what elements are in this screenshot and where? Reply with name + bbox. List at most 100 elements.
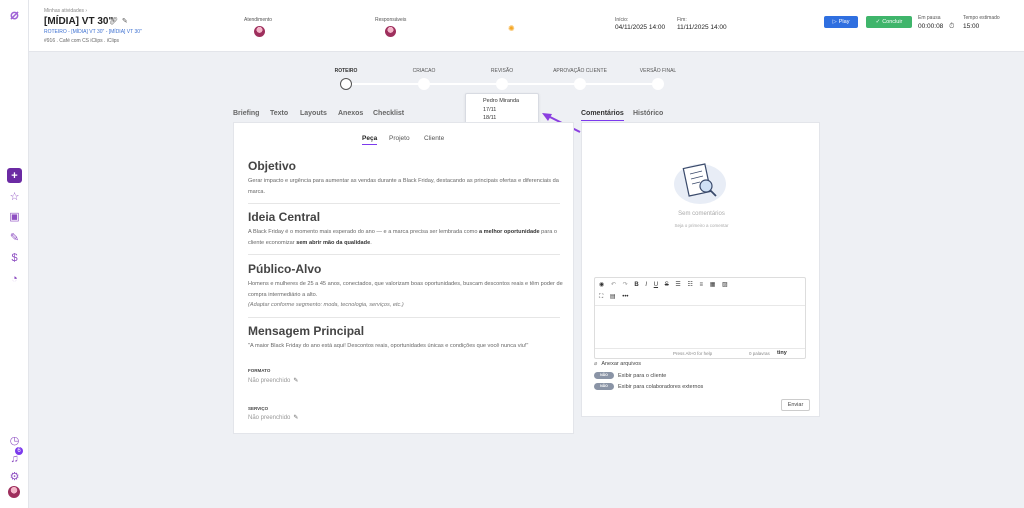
bullet-list-icon[interactable]: ☰	[675, 281, 680, 288]
attach-icon: ⌀	[594, 361, 598, 367]
task-meta: #916 . Café com CS iClips . iClips	[44, 38, 120, 44]
play-icon: ▷	[832, 19, 837, 25]
fim-value: 11/11/2025 14:00	[677, 24, 727, 31]
show-client-row: NÃO Exibir para o cliente	[594, 372, 666, 379]
atendimento-avatar[interactable]	[254, 26, 265, 37]
pencil-icon[interactable]: ✎	[293, 415, 298, 421]
redo-icon[interactable]: ↷	[623, 281, 628, 288]
dollar-icon[interactable]: $	[7, 250, 22, 265]
editor-help-hint: Press Alt+0 for help	[673, 351, 713, 356]
show-external-label: Exibir para colaboradores externos	[618, 383, 704, 390]
play-label: Play	[838, 19, 850, 25]
show-external-row: NÃO Exibir para colaboradores externos	[594, 383, 703, 390]
preview-icon[interactable]: ◉	[599, 281, 604, 288]
step-label-revisao: REVISÃO	[490, 68, 514, 74]
pencil-icon[interactable]: ✎	[293, 378, 298, 384]
tab-comentarios[interactable]: Comentários	[581, 110, 624, 121]
fullscreen-icon[interactable]: ⛶	[599, 294, 603, 301]
step-dot-roteiro[interactable]	[340, 78, 352, 90]
step-dot-revisao[interactable]	[496, 78, 508, 90]
send-button[interactable]: Enviar	[781, 399, 810, 411]
tab-historico[interactable]: Histórico	[633, 110, 663, 117]
publico-text-body: Homens e mulheres de 25 a 45 anos, conec…	[248, 281, 563, 298]
tab-texto[interactable]: Texto	[270, 110, 288, 117]
tooltip-line: 17/11	[483, 106, 497, 113]
image-icon[interactable]: ▨	[722, 281, 728, 288]
play-button[interactable]: ▷ Play	[824, 16, 858, 28]
tab-checklist[interactable]: Checklist	[373, 110, 404, 117]
tab-anexos[interactable]: Anexos	[338, 110, 363, 117]
strikethrough-icon[interactable]: S	[665, 282, 669, 288]
objetivo-text: Gerar impacto e urgência para aumentar a…	[248, 178, 559, 195]
title-actions: 🔗︎✎	[109, 17, 132, 25]
briefing-panel: Peça Projeto Cliente Objetivo Gerar impa…	[233, 122, 574, 434]
settings-icon[interactable]: ⚙	[7, 469, 22, 484]
editor-word-count: 0 palavras	[749, 351, 770, 356]
italic-icon[interactable]: I	[645, 282, 647, 288]
stopwatch-icon[interactable]: ⏱	[949, 23, 954, 31]
tiny-logo[interactable]: tiny	[777, 350, 787, 356]
breadcrumb[interactable]: Minhas atividades ›	[44, 8, 87, 14]
step-tooltip: Pedro Miranda 17/11 18/11	[465, 93, 539, 125]
star-icon[interactable]: ☆	[7, 189, 22, 204]
ideia-text-part: A Black Friday é o momento mais esperado…	[248, 229, 480, 235]
underline-icon[interactable]: U	[654, 282, 658, 288]
tab-briefing[interactable]: Briefing	[233, 110, 259, 117]
atendimento-label: Atendimento	[244, 17, 273, 23]
attach-files-row[interactable]: ⌀ Anexar arquivos	[594, 361, 641, 367]
bell-icon[interactable]: ♫ 6	[7, 447, 23, 466]
chart-pie-icon[interactable]: ◔	[7, 271, 22, 286]
sun-icon[interactable]: ✺	[508, 24, 515, 33]
formato-value[interactable]: Não preenchido ✎	[248, 377, 298, 384]
step-label-versao-final: VERSÃO FINAL	[639, 68, 677, 74]
ideia-heading: Ideia Central	[248, 210, 321, 224]
clip-logo-icon[interactable]: ⌀	[7, 6, 22, 22]
subtab-projeto[interactable]: Projeto	[389, 135, 410, 142]
servico-value[interactable]: Não preenchido ✎	[248, 414, 298, 421]
step-dot-criacao[interactable]	[418, 78, 430, 90]
table-icon[interactable]: ▦	[710, 281, 716, 288]
step-label-criacao: CRIACAO	[412, 68, 436, 74]
concluir-button[interactable]: ✓ Concluir	[866, 16, 912, 28]
subtab-peca[interactable]: Peça	[362, 135, 378, 145]
undo-icon[interactable]: ↶	[611, 281, 616, 288]
link-icon[interactable]: 🔗︎	[109, 18, 122, 25]
editor-toolbar-2: ⛶ ▤ •••	[599, 293, 634, 301]
inicio-label: Início:	[615, 17, 629, 23]
mensagem-heading: Mensagem Principal	[248, 324, 365, 338]
step-dot-aprovacao[interactable]	[574, 78, 586, 90]
align-icon[interactable]: ≡	[700, 282, 704, 288]
responsavel-avatar[interactable]	[385, 26, 396, 37]
publico-text: Homens e mulheres de 25 a 45 anos, conec…	[248, 279, 566, 311]
editor-toolbar: ◉ ↶ ↷ B I U S ☰ ☷ ≡ ▦ ▨	[599, 281, 733, 288]
more-icon[interactable]: •••	[622, 294, 628, 300]
mensagem-text: "A maior Black Friday do ano está aqui! …	[248, 343, 529, 349]
add-icon[interactable]: +	[7, 168, 22, 183]
task-subtitle[interactable]: ROTEIRO - [MÍDIA] VT 30" - [MÍDIA] VT 30…	[44, 29, 142, 35]
user-avatar[interactable]	[8, 486, 20, 498]
task-header: Minhas atividades › [MÍDIA] VT 30" 🔗︎✎ R…	[29, 0, 1024, 52]
responsaveis-label: Responsáveis	[375, 17, 407, 23]
ideia-text-bold: sem abrir mão da qualidade	[296, 239, 371, 246]
formato-label: FORMATO	[248, 368, 271, 373]
step-dot-versao-final[interactable]	[652, 78, 664, 90]
document-icon[interactable]: ▤	[610, 293, 616, 300]
bold-icon[interactable]: B	[634, 282, 638, 288]
show-client-toggle[interactable]: NÃO	[594, 372, 614, 379]
tempo-estimado-label: Tempo estimado	[963, 15, 1000, 21]
em-pausa-label: Em pausa	[918, 15, 941, 21]
objetivo-heading: Objetivo	[248, 159, 297, 173]
subtab-cliente[interactable]: Cliente	[424, 135, 444, 142]
clock-icon[interactable]: ◷	[7, 433, 22, 448]
divider	[248, 203, 560, 204]
ideia-text-bold: a melhor oportunidade	[479, 229, 540, 235]
show-client-label: Exibir para o cliente	[618, 372, 667, 379]
pencil-icon[interactable]: ✎	[122, 18, 132, 25]
edit-icon[interactable]: ✎	[7, 230, 22, 245]
comment-editor[interactable]: ◉ ↶ ↷ B I U S ☰ ☷ ≡ ▦ ▨ ⛶ ▤ ••• Press Al…	[594, 277, 806, 359]
show-external-toggle[interactable]: NÃO	[594, 383, 614, 390]
tab-layouts[interactable]: Layouts	[300, 110, 327, 117]
clipboard-icon[interactable]: ▣	[7, 209, 22, 224]
divider	[248, 317, 560, 318]
numbered-list-icon[interactable]: ☷	[687, 281, 692, 288]
